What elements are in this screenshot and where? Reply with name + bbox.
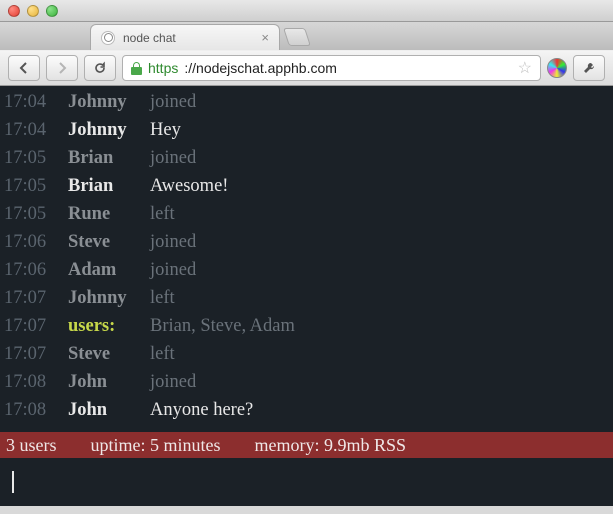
timestamp: 17:05 bbox=[4, 200, 54, 228]
tab-title: node chat bbox=[123, 31, 176, 45]
globe-icon bbox=[101, 31, 115, 45]
reload-button[interactable] bbox=[84, 55, 116, 81]
page-content: 17:04 Johnny joined 17:04 Johnny Hey 17:05 Bria… bbox=[0, 86, 613, 506]
nickname: Johnny bbox=[68, 284, 136, 312]
log-row: 17:05 Brian joined bbox=[4, 144, 613, 172]
tab-strip: node chat × bbox=[0, 22, 613, 50]
nickname: Johnny bbox=[68, 116, 136, 144]
timestamp: 17:07 bbox=[4, 312, 54, 340]
nickname: Steve bbox=[68, 228, 136, 256]
address-bar[interactable]: https ://nodejschat.apphb.com ☆ bbox=[122, 55, 541, 81]
log-row: 17:05 Brian Awesome! bbox=[4, 172, 613, 200]
status-uptime: uptime: 5 minutes bbox=[91, 435, 221, 456]
status-memory: memory: 9.9mb RSS bbox=[255, 435, 407, 456]
forward-button[interactable] bbox=[46, 55, 78, 81]
nickname: Rune bbox=[68, 200, 136, 228]
system-text: joined bbox=[150, 228, 196, 256]
wrench-menu-button[interactable] bbox=[573, 55, 605, 81]
log-row: 17:07 Steve left bbox=[4, 340, 613, 368]
timestamp: 17:04 bbox=[4, 116, 54, 144]
system-text: joined bbox=[150, 144, 196, 172]
chat-log: 17:04 Johnny joined 17:04 Johnny Hey 17:05 Bria… bbox=[0, 86, 613, 432]
message-text: Awesome! bbox=[150, 172, 228, 200]
log-row: 17:08 John joined bbox=[4, 368, 613, 396]
message-text: Anyone here? bbox=[150, 396, 253, 424]
timestamp: 17:06 bbox=[4, 256, 54, 284]
back-button[interactable] bbox=[8, 55, 40, 81]
url-host: ://nodejschat.apphb.com bbox=[184, 60, 337, 76]
system-text: joined bbox=[150, 368, 196, 396]
bookmark-star-icon[interactable]: ☆ bbox=[518, 58, 532, 78]
log-row: 17:04 Johnny Hey bbox=[4, 116, 613, 144]
system-text: Brian, Steve, Adam bbox=[150, 312, 295, 340]
nickname: John bbox=[68, 368, 136, 396]
lock-icon bbox=[131, 62, 142, 75]
nickname: Brian bbox=[68, 172, 136, 200]
log-row: 17:08 John Anyone here? bbox=[4, 396, 613, 424]
log-row: 17:06 Steve joined bbox=[4, 228, 613, 256]
new-tab-button[interactable] bbox=[283, 28, 311, 46]
browser-tab[interactable]: node chat × bbox=[90, 24, 280, 50]
timestamp: 17:07 bbox=[4, 340, 54, 368]
extension-icon[interactable] bbox=[547, 58, 567, 78]
wrench-icon bbox=[582, 61, 596, 75]
timestamp: 17:08 bbox=[4, 396, 54, 424]
traffic-lights bbox=[8, 5, 58, 17]
window-titlebar bbox=[0, 0, 613, 22]
log-row: 17:04 Johnny joined bbox=[4, 88, 613, 116]
system-text: left bbox=[150, 284, 175, 312]
url-scheme: https bbox=[148, 60, 178, 76]
message-text: Hey bbox=[150, 116, 181, 144]
status-users: 3 users bbox=[6, 435, 57, 456]
timestamp: 17:05 bbox=[4, 172, 54, 200]
browser-toolbar: https ://nodejschat.apphb.com ☆ bbox=[0, 50, 613, 86]
log-row: 17:05 Rune left bbox=[4, 200, 613, 228]
log-row: 17:06 Adam joined bbox=[4, 256, 613, 284]
timestamp: 17:06 bbox=[4, 228, 54, 256]
timestamp: 17:05 bbox=[4, 144, 54, 172]
chat-input[interactable] bbox=[0, 458, 613, 506]
text-caret bbox=[12, 471, 14, 493]
log-row: 17:07 Johnny left bbox=[4, 284, 613, 312]
nickname: John bbox=[68, 396, 136, 424]
system-text: joined bbox=[150, 88, 196, 116]
minimize-window-button[interactable] bbox=[27, 5, 39, 17]
nickname: Steve bbox=[68, 340, 136, 368]
close-window-button[interactable] bbox=[8, 5, 20, 17]
nickname: users: bbox=[68, 312, 136, 340]
reload-icon bbox=[93, 61, 107, 75]
system-text: left bbox=[150, 200, 175, 228]
timestamp: 17:07 bbox=[4, 284, 54, 312]
system-text: left bbox=[150, 340, 175, 368]
window-bottom-border bbox=[0, 506, 613, 514]
log-row: 17:07 users: Brian, Steve, Adam bbox=[4, 312, 613, 340]
zoom-window-button[interactable] bbox=[46, 5, 58, 17]
nickname: Adam bbox=[68, 256, 136, 284]
close-tab-icon[interactable]: × bbox=[261, 30, 269, 45]
status-bar: 3 users uptime: 5 minutes memory: 9.9mb … bbox=[0, 432, 613, 458]
arrow-right-icon bbox=[56, 62, 68, 74]
timestamp: 17:04 bbox=[4, 88, 54, 116]
nickname: Brian bbox=[68, 144, 136, 172]
arrow-left-icon bbox=[18, 62, 30, 74]
timestamp: 17:08 bbox=[4, 368, 54, 396]
nickname: Johnny bbox=[68, 88, 136, 116]
system-text: joined bbox=[150, 256, 196, 284]
